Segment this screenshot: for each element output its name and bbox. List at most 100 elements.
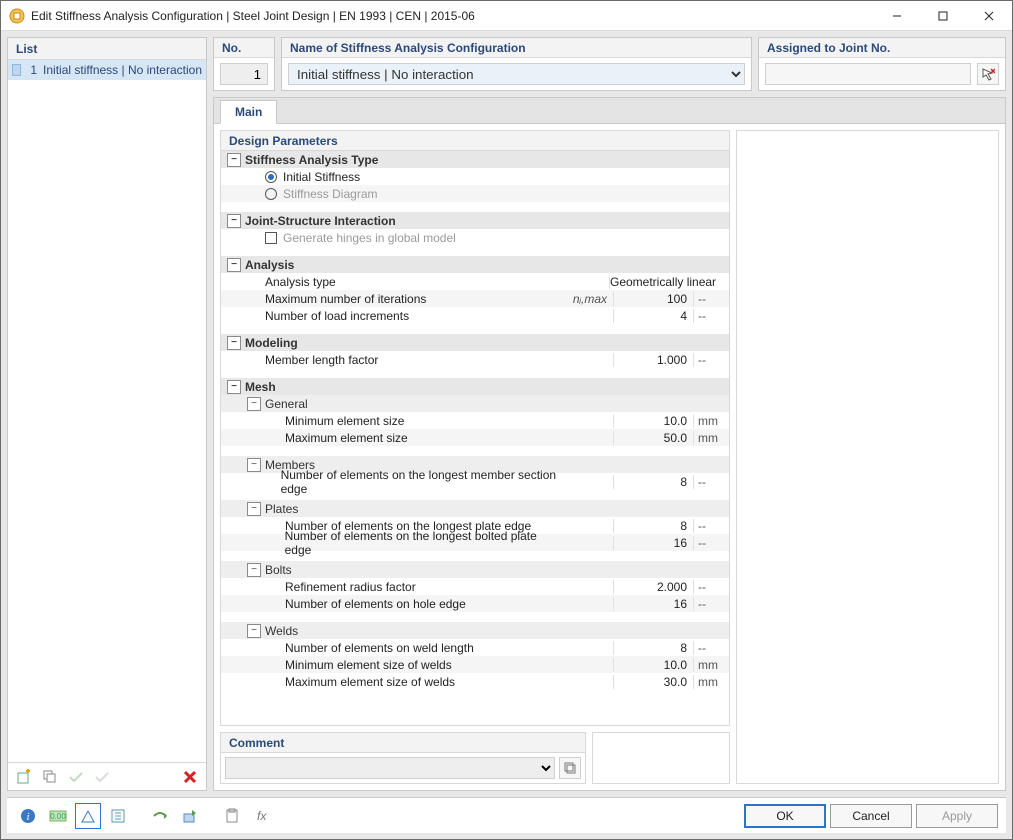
units-button[interactable]: 0.00 (45, 803, 71, 829)
collapse-icon[interactable]: − (227, 214, 241, 228)
assign-label: Assigned to Joint No. (759, 38, 1005, 58)
comment-blank (592, 732, 730, 784)
param-hole-edge: Number of elements on hole edge (285, 597, 466, 611)
unit-member-edge: -- (693, 475, 729, 489)
list-toolbar (8, 762, 206, 790)
minimize-button[interactable] (874, 1, 920, 31)
unit-max-iter: -- (693, 292, 729, 306)
val-min-elem[interactable]: 10.0 (613, 414, 693, 428)
param-min-elem: Minimum element size (285, 414, 404, 428)
unit-min-elem: mm (693, 414, 729, 428)
new-item-button[interactable] (12, 765, 36, 789)
collapse-icon[interactable]: − (227, 336, 241, 350)
comment-library-button[interactable] (559, 757, 581, 779)
val-weld-min[interactable]: 10.0 (613, 658, 693, 672)
unit-max-elem: mm (693, 431, 729, 445)
tabs-area: Main Design Parameters −Stiffness Analys… (213, 97, 1006, 791)
cancel-button[interactable]: Cancel (830, 804, 912, 828)
param-weld-min: Minimum element size of welds (285, 658, 452, 672)
svg-text:0.00: 0.00 (50, 812, 66, 821)
collapse-icon[interactable]: − (247, 624, 261, 638)
val-mlf[interactable]: 1.000 (613, 353, 693, 367)
tree-collapse-button[interactable] (105, 803, 131, 829)
parameter-tree[interactable]: −Stiffness Analysis Type Initial Stiffne… (221, 151, 729, 725)
list-body[interactable]: 1 Initial stiffness | No interaction (8, 60, 206, 762)
param-analysis-type: Analysis type (265, 275, 336, 289)
param-max-elem: Maximum element size (285, 431, 408, 445)
view-toggle-button[interactable] (75, 803, 101, 829)
design-parameters-header: Design Parameters (221, 131, 729, 151)
collapse-icon[interactable]: − (247, 563, 261, 577)
val-load-incr[interactable]: 4 (613, 309, 693, 323)
copy-item-button[interactable] (38, 765, 62, 789)
param-load-incr: Number of load increments (265, 309, 409, 323)
assign-box: Assigned to Joint No. (758, 37, 1006, 91)
list-panel: List 1 Initial stiffness | No interactio… (7, 37, 207, 791)
collapse-icon[interactable]: − (247, 397, 261, 411)
assign-field[interactable] (765, 63, 971, 85)
sym-max-iter: nᵢ,max (571, 292, 613, 306)
titlebar: Edit Stiffness Analysis Configuration | … (1, 1, 1012, 31)
collapse-icon[interactable]: − (227, 380, 241, 394)
radio-initial-stiffness[interactable] (265, 171, 277, 183)
val-hole-edge[interactable]: 16 (613, 597, 693, 611)
val-refine-radius[interactable]: 2.000 (613, 580, 693, 594)
group-mesh-bolts: Bolts (265, 563, 292, 577)
no-box: No. (213, 37, 275, 91)
function-button[interactable]: fx (249, 803, 275, 829)
list-item-label: Initial stiffness | No interaction (43, 63, 202, 77)
val-max-elem[interactable]: 50.0 (613, 431, 693, 445)
val-analysis-type[interactable]: Geometrically linear (609, 275, 725, 289)
list-item[interactable]: 1 Initial stiffness | No interaction (8, 60, 206, 80)
collapse-icon[interactable]: − (227, 153, 241, 167)
name-select[interactable]: Initial stiffness | No interaction (288, 63, 745, 85)
group-mesh-general: General (265, 397, 308, 411)
param-member-edge: Number of elements on the longest member… (281, 468, 565, 496)
group-mesh: Mesh (245, 380, 276, 394)
param-weld-length: Number of elements on weld length (285, 641, 474, 655)
import-button[interactable] (147, 803, 173, 829)
list-header: List (8, 38, 206, 60)
dialog-window: Edit Stiffness Analysis Configuration | … (0, 0, 1013, 840)
apply-button[interactable]: Apply (916, 804, 998, 828)
val-max-iter[interactable]: 100 (613, 292, 693, 306)
checkbox-generate-hinges[interactable] (265, 232, 277, 244)
val-bolted-plate-edge[interactable]: 16 (613, 536, 693, 550)
unit-mlf: -- (693, 353, 729, 367)
svg-text:fx: fx (257, 809, 267, 823)
exclude-button[interactable] (90, 765, 114, 789)
no-label: No. (214, 38, 274, 58)
ok-button[interactable]: OK (744, 804, 826, 828)
export-button[interactable] (177, 803, 203, 829)
comment-header: Comment (221, 733, 585, 753)
collapse-icon[interactable]: − (247, 502, 261, 516)
param-max-iter: Maximum number of iterations (265, 292, 426, 306)
maximize-button[interactable] (920, 1, 966, 31)
dialog-footer: i 0.00 fx OK Cancel Apply (7, 797, 1006, 833)
group-mesh-plates: Plates (265, 502, 298, 516)
include-button[interactable] (64, 765, 88, 789)
val-member-edge[interactable]: 8 (613, 475, 693, 489)
group-stiffness-type: Stiffness Analysis Type (245, 153, 378, 167)
pick-joint-button[interactable] (977, 63, 999, 85)
comment-select[interactable] (225, 757, 555, 779)
clipboard-button[interactable] (219, 803, 245, 829)
radio-stiffness-diagram[interactable] (265, 188, 277, 200)
val-weld-length[interactable]: 8 (613, 641, 693, 655)
app-icon (9, 8, 25, 24)
help-button[interactable]: i (15, 803, 41, 829)
window-title: Edit Stiffness Analysis Configuration | … (31, 9, 874, 23)
val-plate-edge[interactable]: 8 (613, 519, 693, 533)
val-weld-max[interactable]: 30.0 (613, 675, 693, 689)
collapse-icon[interactable]: − (227, 258, 241, 272)
dialog-body: List 1 Initial stiffness | No interactio… (1, 31, 1012, 839)
opt-generate-hinges: Generate hinges in global model (283, 231, 456, 245)
no-field[interactable] (220, 63, 268, 85)
delete-item-button[interactable] (178, 765, 202, 789)
opt-stiffness-diagram: Stiffness Diagram (283, 187, 377, 201)
close-button[interactable] (966, 1, 1012, 31)
tab-main[interactable]: Main (220, 100, 277, 124)
unit-load-incr: -- (693, 309, 729, 323)
tab-main-label: Main (235, 105, 262, 119)
name-box: Name of Stiffness Analysis Configuration… (281, 37, 752, 91)
